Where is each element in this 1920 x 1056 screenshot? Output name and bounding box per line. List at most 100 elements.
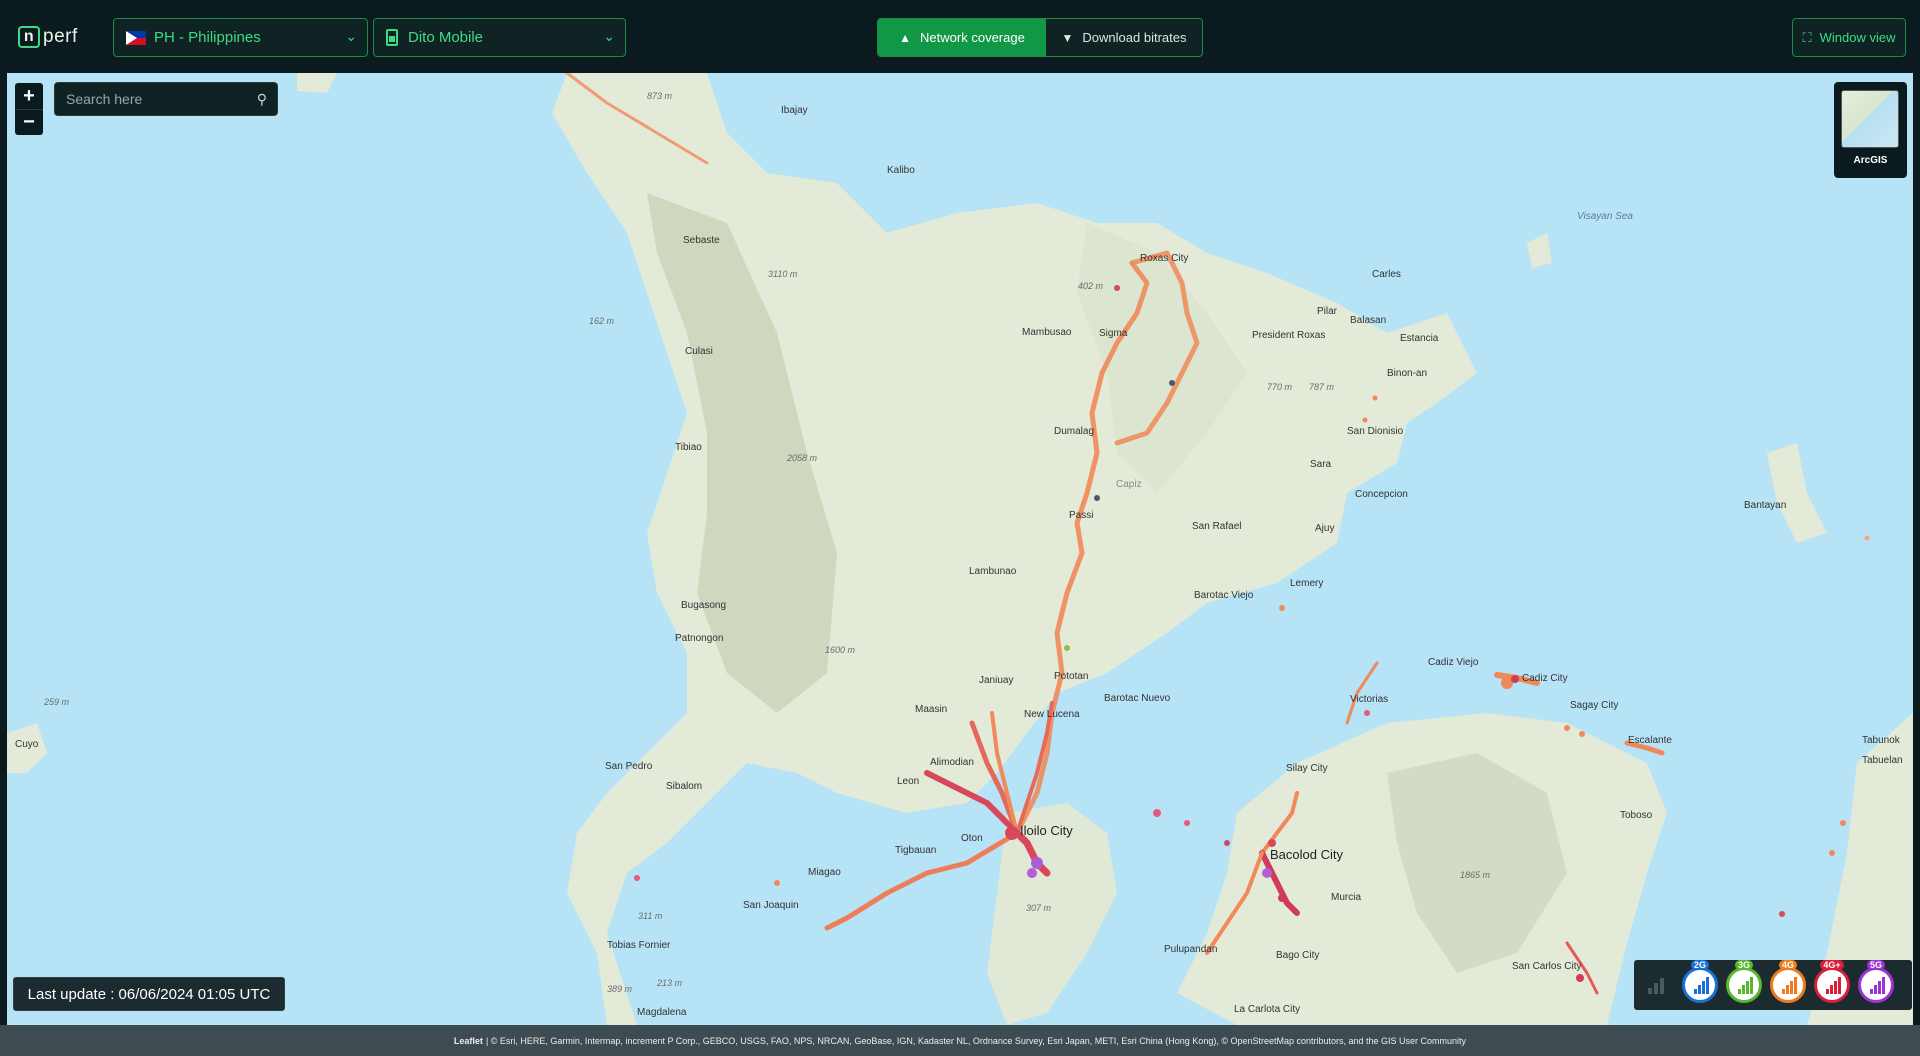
expand-icon: ⛶ [1802,29,1812,45]
signal-bars-icon [1738,976,1754,994]
place-label: President Roxas [1252,330,1326,341]
place-label: Passi [1069,510,1094,521]
elevation-label: 402 m [1078,281,1104,291]
zoom-out-button[interactable]: − [15,109,43,135]
place-label: Sigma [1099,328,1128,339]
leaflet-link[interactable]: Leaflet [454,1036,483,1046]
philippines-flag-icon [126,30,146,45]
network-coverage-tab[interactable]: ▲ Network coverage [878,19,1046,56]
place-label: Escalante [1628,735,1672,746]
elevation-label: 1865 m [1460,870,1491,880]
search-input[interactable] [55,83,245,115]
window-view-button[interactable]: ⛶ Window view [1792,18,1906,57]
operator-select[interactable]: Dito Mobile ⌄ [373,18,626,57]
place-label: Bago City [1276,950,1320,961]
legend-3g-toggle[interactable]: 3G [1726,960,1762,1003]
elevation-label: 787 m [1309,382,1335,392]
place-label: Sebaste [683,235,720,246]
place-label: Estancia [1400,333,1439,344]
water-label: Visayan Sea [1577,211,1633,222]
place-label: San Joaquin [743,900,799,911]
signal-tower-icon: ▲ [899,30,912,45]
coverage-map[interactable]: Ibajay Kalibo Sebaste Culasi Tibiao Buga… [7,73,1913,1025]
sim-card-icon [386,29,398,46]
all-signal-icon[interactable] [1646,974,1668,996]
view-mode-toggle: ▲ Network coverage ▼ Download bitrates [877,18,1203,57]
signal-bars-icon [1782,976,1798,994]
elevation-label: 3110 m [768,269,798,279]
place-label: Sagay City [1570,700,1619,711]
logo-badge: n [18,26,40,48]
legend-4g-label: 4G [1778,960,1797,970]
place-label: Murcia [1331,892,1362,903]
elevation-label: 162 m [589,316,615,326]
elevation-label: 873 m [647,91,673,101]
chevron-down-icon: ⌄ [345,28,357,44]
operator-select-label: Dito Mobile [408,29,484,46]
place-label: San Dionisio [1347,426,1404,437]
major-place-label: Iloilo City [1020,823,1073,838]
place-label: Leon [897,776,920,787]
place-label: Tobias Fornier [607,940,671,951]
place-label: Dumalag [1054,426,1095,437]
map-search: ⚲ [54,82,278,116]
place-label: Patnongon [675,633,724,644]
country-select[interactable]: PH - Philippines ⌄ [113,18,368,57]
place-label: Capiz [1116,479,1142,490]
place-label: Maasin [915,704,948,715]
place-label: Miagao [808,867,841,878]
download-bitrates-tab[interactable]: ▼ Download bitrates [1046,19,1202,56]
place-label: Ajuy [1315,523,1335,534]
place-label: Silay City [1286,763,1328,774]
basemap-switcher[interactable]: ArcGIS [1834,82,1907,178]
technology-legend: 2G 3G 4G 4G+ 5G [1634,960,1912,1010]
place-label: Tibiao [675,442,702,453]
elevation-label: 307 m [1026,903,1052,913]
legend-2g-toggle[interactable]: 2G [1682,960,1718,1003]
place-label: Concepcion [1355,489,1408,500]
place-label: Lemery [1290,578,1324,589]
zoom-control: + − [15,83,43,135]
country-select-label: PH - Philippines [154,29,261,46]
elevation-label: 1600 m [825,645,856,655]
legend-4g-plus-label: 4G+ [1820,960,1844,970]
place-label: Sibalom [666,781,703,792]
place-label: New Lucena [1024,709,1080,720]
chevron-down-icon: ⌄ [603,28,615,44]
place-label: Bantayan [1744,500,1787,511]
search-icon[interactable]: ⚲ [257,91,267,108]
place-label: Mambusao [1022,327,1072,338]
place-label: Pulupandan [1164,944,1218,955]
signal-bars-icon [1826,976,1842,994]
place-label: Cadiz Viejo [1428,657,1479,668]
place-label: Toboso [1620,810,1653,821]
legend-5g-toggle[interactable]: 5G [1858,960,1894,1003]
place-label: Culasi [685,346,713,357]
legend-3g-label: 3G [1734,960,1753,970]
place-label: Tabunok [1862,735,1900,746]
place-label: Oton [961,833,983,844]
elevation-label: 2058 m [787,453,818,463]
place-label: Balasan [1350,315,1387,326]
place-label: Roxas City [1140,253,1189,264]
attribution-text: | © Esri, HERE, Garmin, Intermap, increm… [485,1035,1467,1046]
elevation-label: 389 m [607,984,633,994]
nperf-logo[interactable]: n perf [18,24,78,50]
place-label: Tigbauan [895,845,937,856]
place-label: San Carlos City [1512,961,1582,972]
place-label: Alimodian [930,757,974,768]
place-label: Carles [1372,269,1401,280]
last-update-badge: Last update : 06/06/2024 01:05 UTC [13,977,285,1011]
zoom-in-button[interactable]: + [15,83,43,109]
place-label: Pilar [1317,306,1338,317]
legend-4g-toggle[interactable]: 4G [1770,960,1806,1003]
place-label: Barotac Nuevo [1104,693,1171,704]
legend-4g-plus-toggle[interactable]: 4G+ [1814,960,1850,1003]
place-label: Victorias [1350,694,1389,705]
window-view-label: Window view [1819,30,1896,45]
signal-bars-icon [1694,976,1710,994]
place-label: Cuyo [15,739,39,750]
place-label: Ibajay [781,105,808,116]
place-label: Sara [1310,459,1332,470]
place-label: La Carlota City [1234,1004,1301,1015]
